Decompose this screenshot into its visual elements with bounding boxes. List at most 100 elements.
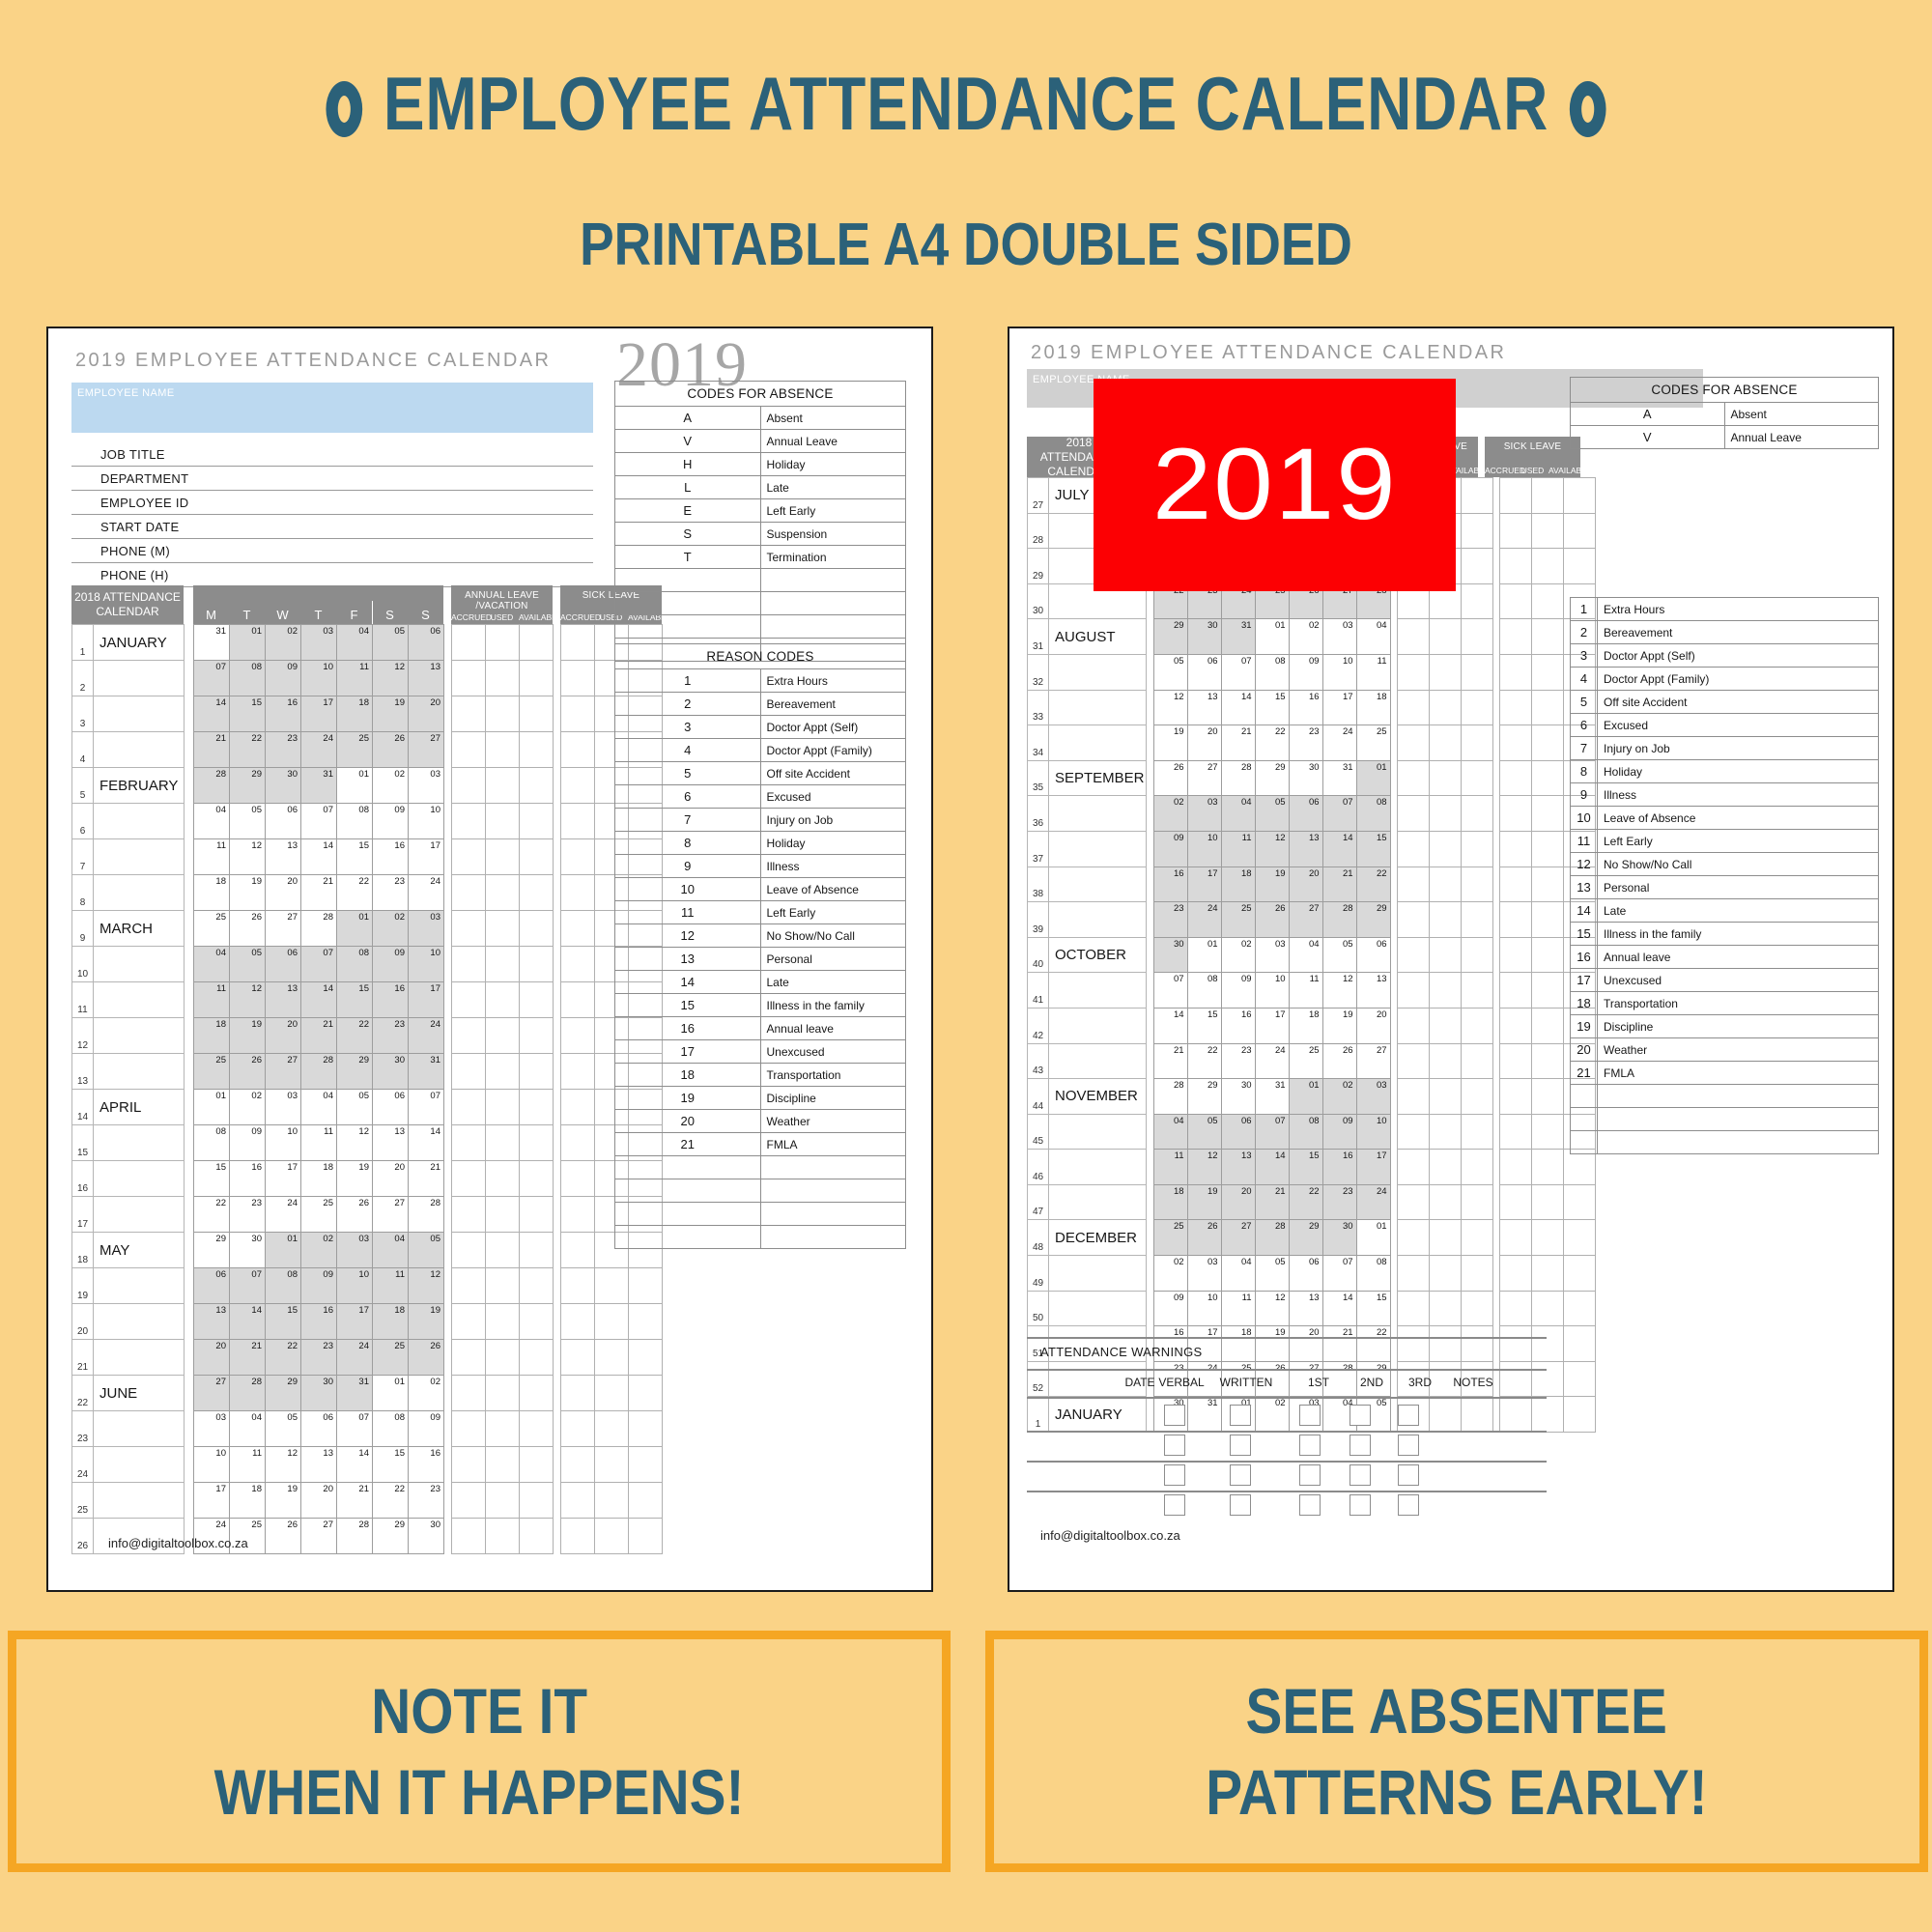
calendar-gap2[interactable] (554, 982, 561, 1018)
leave-entry-cell[interactable] (594, 1303, 629, 1340)
leave-entry-cell[interactable] (1460, 1113, 1493, 1151)
leave-entry-cell[interactable] (485, 624, 520, 661)
attendance-warning-checkbox[interactable] (1398, 1494, 1419, 1516)
leave-entry-cell[interactable] (519, 1160, 554, 1197)
leave-entry-cell[interactable] (1498, 512, 1532, 550)
leave-entry-cell[interactable] (1460, 936, 1493, 974)
attendance-warning-checkbox[interactable] (1299, 1464, 1321, 1486)
calendar-gap2[interactable] (1492, 902, 1499, 938)
leave-entry-cell[interactable] (1530, 618, 1564, 655)
leave-entry-cell[interactable] (1530, 972, 1564, 1009)
leave-entry-cell[interactable] (594, 1339, 629, 1376)
leave-entry-cell[interactable] (519, 624, 554, 661)
leave-entry-cell[interactable] (1396, 1219, 1430, 1257)
leave-entry-cell[interactable] (1562, 1183, 1596, 1221)
leave-entry-cell[interactable] (485, 1518, 520, 1554)
calendar-gap2[interactable] (554, 1197, 561, 1233)
leave-entry-cell[interactable] (451, 767, 486, 804)
calendar-gap2[interactable] (1492, 796, 1499, 832)
leave-entry-cell[interactable] (451, 696, 486, 732)
leave-entry-cell[interactable] (628, 1518, 663, 1554)
leave-entry-cell[interactable] (451, 1303, 486, 1340)
leave-entry-cell[interactable] (1428, 830, 1462, 867)
leave-entry-cell[interactable] (1498, 759, 1532, 797)
attendance-warning-checkbox[interactable] (1350, 1405, 1371, 1426)
calendar-gap2[interactable] (554, 1447, 561, 1483)
leave-entry-cell[interactable] (1498, 653, 1532, 691)
leave-entry-cell[interactable] (485, 1124, 520, 1161)
leave-entry-cell[interactable] (560, 1482, 595, 1519)
leave-entry-cell[interactable] (1460, 866, 1493, 903)
leave-entry-cell[interactable] (1396, 759, 1430, 797)
leave-entry-cell[interactable] (451, 1053, 486, 1090)
leave-entry-cell[interactable] (1498, 866, 1532, 903)
leave-entry-cell[interactable] (1460, 1042, 1493, 1080)
leave-entry-cell[interactable] (1530, 1325, 1564, 1362)
leave-entry-cell[interactable] (1498, 582, 1532, 620)
leave-entry-cell[interactable] (1396, 901, 1430, 938)
leave-entry-cell[interactable] (628, 1410, 663, 1447)
calendar-gap2[interactable] (1492, 1114, 1499, 1150)
leave-entry-cell[interactable] (560, 1446, 595, 1483)
leave-entry-cell[interactable] (1460, 830, 1493, 867)
calendar-gap2[interactable] (554, 1304, 561, 1340)
leave-entry-cell[interactable] (485, 1232, 520, 1268)
leave-entry-cell[interactable] (1530, 724, 1564, 761)
leave-entry-cell[interactable] (451, 874, 486, 911)
leave-entry-cell[interactable] (1428, 1396, 1462, 1434)
leave-entry-cell[interactable] (451, 660, 486, 696)
leave-entry-cell[interactable] (1396, 724, 1430, 761)
calendar-gap2[interactable] (1492, 1079, 1499, 1115)
leave-entry-cell[interactable] (1460, 1007, 1493, 1044)
leave-entry-cell[interactable] (560, 1124, 595, 1161)
leave-entry-cell[interactable] (1562, 1396, 1596, 1434)
leave-entry-cell[interactable] (519, 1410, 554, 1447)
leave-entry-cell[interactable] (451, 1089, 486, 1125)
leave-entry-cell[interactable] (1428, 759, 1462, 797)
field-row-department[interactable]: DEPARTMENT (71, 467, 593, 491)
leave-entry-cell[interactable] (1562, 1290, 1596, 1327)
attendance-warning-checkbox[interactable] (1164, 1494, 1185, 1516)
leave-entry-cell[interactable] (1530, 1396, 1564, 1434)
leave-entry-cell[interactable] (560, 1518, 595, 1554)
calendar-gap2[interactable] (554, 1054, 561, 1090)
attendance-warning-checkbox[interactable] (1350, 1464, 1371, 1486)
leave-entry-cell[interactable] (485, 1017, 520, 1054)
calendar-gap2[interactable] (554, 1233, 561, 1268)
calendar-gap2[interactable] (1492, 478, 1499, 514)
leave-entry-cell[interactable] (1460, 724, 1493, 761)
leave-entry-cell[interactable] (485, 946, 520, 982)
leave-entry-cell[interactable] (1396, 936, 1430, 974)
leave-entry-cell[interactable] (451, 1232, 486, 1268)
leave-entry-cell[interactable] (628, 1339, 663, 1376)
leave-entry-cell[interactable] (1498, 830, 1532, 867)
calendar-gap2[interactable] (554, 625, 561, 661)
leave-entry-cell[interactable] (1562, 1149, 1596, 1185)
leave-entry-cell[interactable] (1460, 477, 1493, 514)
leave-entry-cell[interactable] (1460, 972, 1493, 1009)
leave-entry-cell[interactable] (451, 838, 486, 875)
leave-entry-cell[interactable] (519, 874, 554, 911)
leave-entry-cell[interactable] (1460, 548, 1493, 584)
calendar-gap2[interactable] (1492, 1043, 1499, 1079)
leave-entry-cell[interactable] (1498, 477, 1532, 514)
calendar-gap2[interactable] (1492, 619, 1499, 655)
calendar-gap2[interactable] (1492, 1008, 1499, 1043)
leave-entry-cell[interactable] (485, 1339, 520, 1376)
calendar-gap2[interactable] (1492, 760, 1499, 796)
leave-entry-cell[interactable] (1428, 1325, 1462, 1362)
attendance-warning-checkbox[interactable] (1398, 1464, 1419, 1486)
leave-entry-cell[interactable] (1460, 759, 1493, 797)
leave-entry-cell[interactable] (1498, 1396, 1532, 1434)
leave-entry-cell[interactable] (1460, 1396, 1493, 1434)
leave-entry-cell[interactable] (1530, 1113, 1564, 1151)
calendar-gap2[interactable] (554, 911, 561, 947)
leave-entry-cell[interactable] (519, 1267, 554, 1304)
calendar-gap2[interactable] (1492, 725, 1499, 761)
leave-entry-cell[interactable] (1498, 689, 1532, 726)
leave-entry-cell[interactable] (594, 1375, 629, 1411)
leave-entry-cell[interactable] (485, 803, 520, 839)
calendar-gap2[interactable] (554, 947, 561, 982)
attendance-warning-checkbox[interactable] (1398, 1435, 1419, 1456)
leave-entry-cell[interactable] (628, 1267, 663, 1304)
